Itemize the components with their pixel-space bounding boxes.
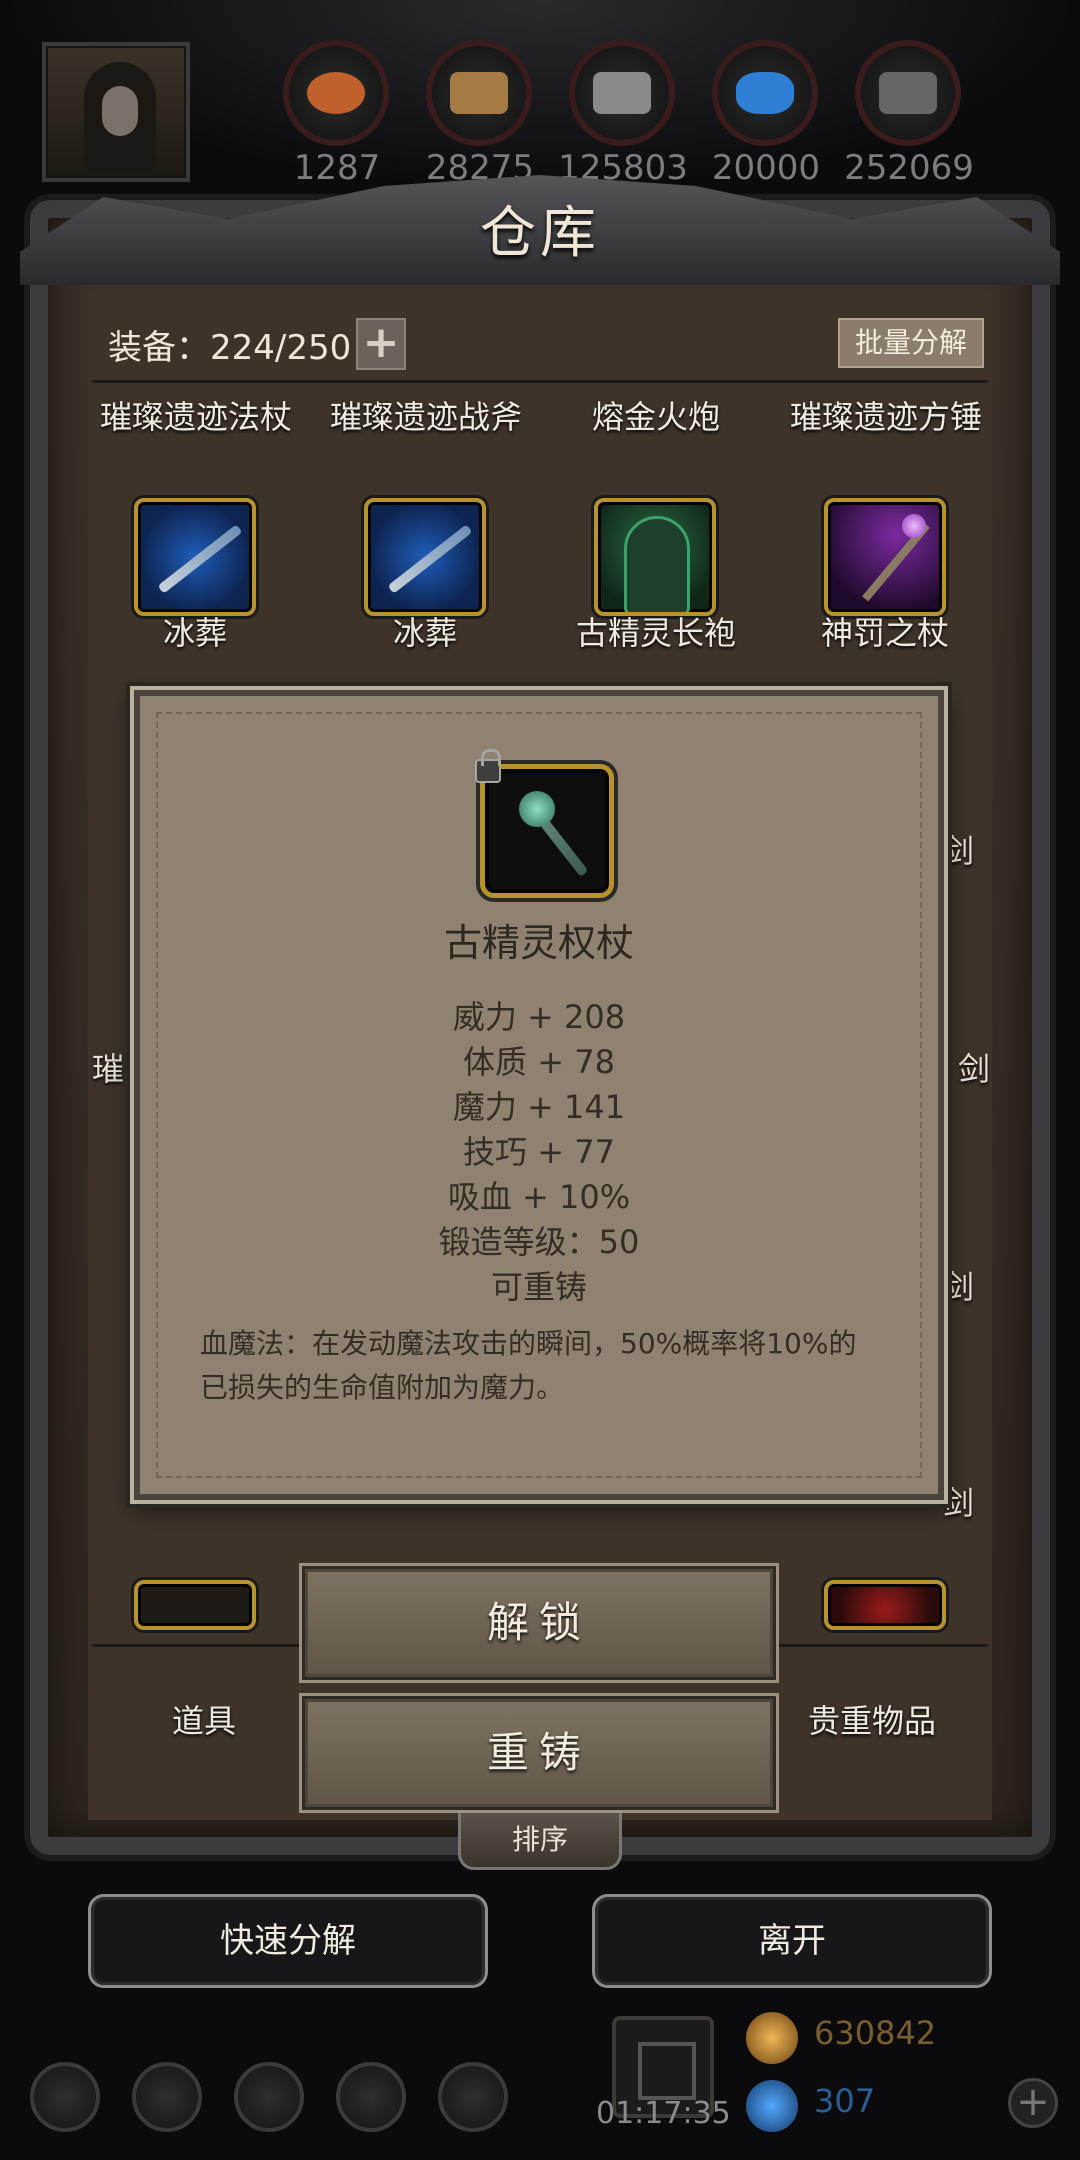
gem-icon [746, 2080, 798, 2132]
gold-coin-icon [746, 2012, 798, 2064]
add-currency-button[interactable]: + [1008, 2078, 1058, 2128]
tooltip-description: 血魔法：在发动魔法攻击的瞬间，50%概率将10%的已损失的生命值附加为魔力。 [200, 1327, 857, 1404]
sword-icon [387, 524, 473, 594]
sort-button[interactable]: 排序 [458, 1810, 622, 1870]
item-name-partial: 剑 [958, 1050, 991, 1088]
item-name[interactable]: 璀璨遗迹方锤 [778, 392, 994, 438]
unlock-button[interactable]: 解锁 [302, 1566, 776, 1680]
leave-button[interactable]: 离开 [592, 1894, 992, 1988]
tooltip-item-name: 古精灵权杖 [443, 921, 634, 965]
item-name-partial: 剑 [942, 1268, 975, 1306]
gear-icon[interactable] [30, 2062, 100, 2132]
item-tooltip: 古精灵权杖 威力 + 208 体质 + 78 魔力 + 141 技巧 + 77 … [134, 690, 944, 1500]
item-name-partial: 璀 [92, 1050, 125, 1088]
batch-decompose-button[interactable]: 批量分解 [838, 318, 984, 368]
item-slot-ice-sword[interactable] [134, 498, 256, 616]
blue-crystal-icon[interactable] [712, 40, 818, 146]
star-icon[interactable] [132, 2062, 202, 2132]
dark-stone-icon[interactable] [855, 40, 961, 146]
sword-icon [157, 524, 243, 594]
stat-line: 可重铸 [490, 1268, 587, 1306]
ore-orange-icon[interactable] [283, 40, 389, 146]
avatar-face [102, 86, 138, 136]
item-name: 古精灵长袍 [575, 614, 736, 652]
item-slot-divine-staff[interactable] [824, 498, 946, 616]
gift-timer: 01:17:35 [596, 2096, 731, 2131]
reforge-button[interactable]: 重铸 [302, 1696, 776, 1810]
stat-line: 锻造等级：50 [438, 1223, 640, 1261]
item-slot-elf-robe[interactable] [594, 498, 716, 616]
stat-line: 吸血 + 10% [447, 1178, 631, 1216]
wood-planks-icon[interactable] [426, 40, 532, 146]
item-name: 冰葬 [392, 614, 457, 652]
mail-icon[interactable] [336, 2062, 406, 2132]
top-bar: 1287 28275 125803 20000 252069 [0, 0, 1080, 190]
item-name[interactable]: 璀璨遗迹战斧 [318, 392, 534, 438]
quick-decompose-button[interactable]: 快速分解 [88, 1894, 488, 1988]
iron-ingot-icon[interactable] [569, 40, 675, 146]
tab-items[interactable]: 道具 [172, 1696, 236, 1742]
item-slot-ice-sword[interactable] [364, 498, 486, 616]
item-slot-red-armor[interactable] [824, 1580, 946, 1630]
tooltip-item-slot [475, 749, 614, 898]
resource-count: 1287 [293, 148, 381, 188]
item-name[interactable]: 璀璨遗迹法杖 [88, 392, 304, 438]
stat-line: 体质 + 78 [463, 1043, 615, 1081]
stat-line: 魔力 + 141 [452, 1088, 626, 1126]
expand-capacity-button[interactable]: + [356, 318, 406, 370]
robe-icon [624, 516, 690, 612]
item-name-partial: 剑 [942, 832, 975, 870]
resource-count: 20000 [711, 148, 821, 188]
item-name[interactable]: 熔金火炮 [548, 392, 764, 438]
item-name: 神罚之杖 [820, 614, 949, 652]
divider [92, 380, 988, 383]
lock-icon [475, 749, 501, 783]
page-title: 仓库 [480, 201, 600, 266]
gem-amount: 307 [814, 2082, 876, 2120]
equipment-capacity: 装备：224/250 [108, 328, 352, 368]
tab-valuables[interactable]: 贵重物品 [808, 1696, 936, 1742]
gold-amount: 630842 [814, 2014, 937, 2052]
item-slot-hammer[interactable] [134, 1580, 256, 1630]
stat-line: 威力 + 208 [452, 998, 626, 1036]
shield-icon[interactable] [438, 2062, 508, 2132]
gate-icon[interactable] [234, 2062, 304, 2132]
resource-count: 252069 [844, 148, 974, 188]
player-avatar[interactable] [42, 42, 190, 182]
orb-icon [902, 514, 926, 538]
item-name: 冰葬 [162, 614, 227, 652]
item-name-partial: 剑 [942, 1484, 975, 1522]
scepter-head-icon [519, 791, 555, 827]
stat-line: 技巧 + 77 [463, 1133, 615, 1171]
